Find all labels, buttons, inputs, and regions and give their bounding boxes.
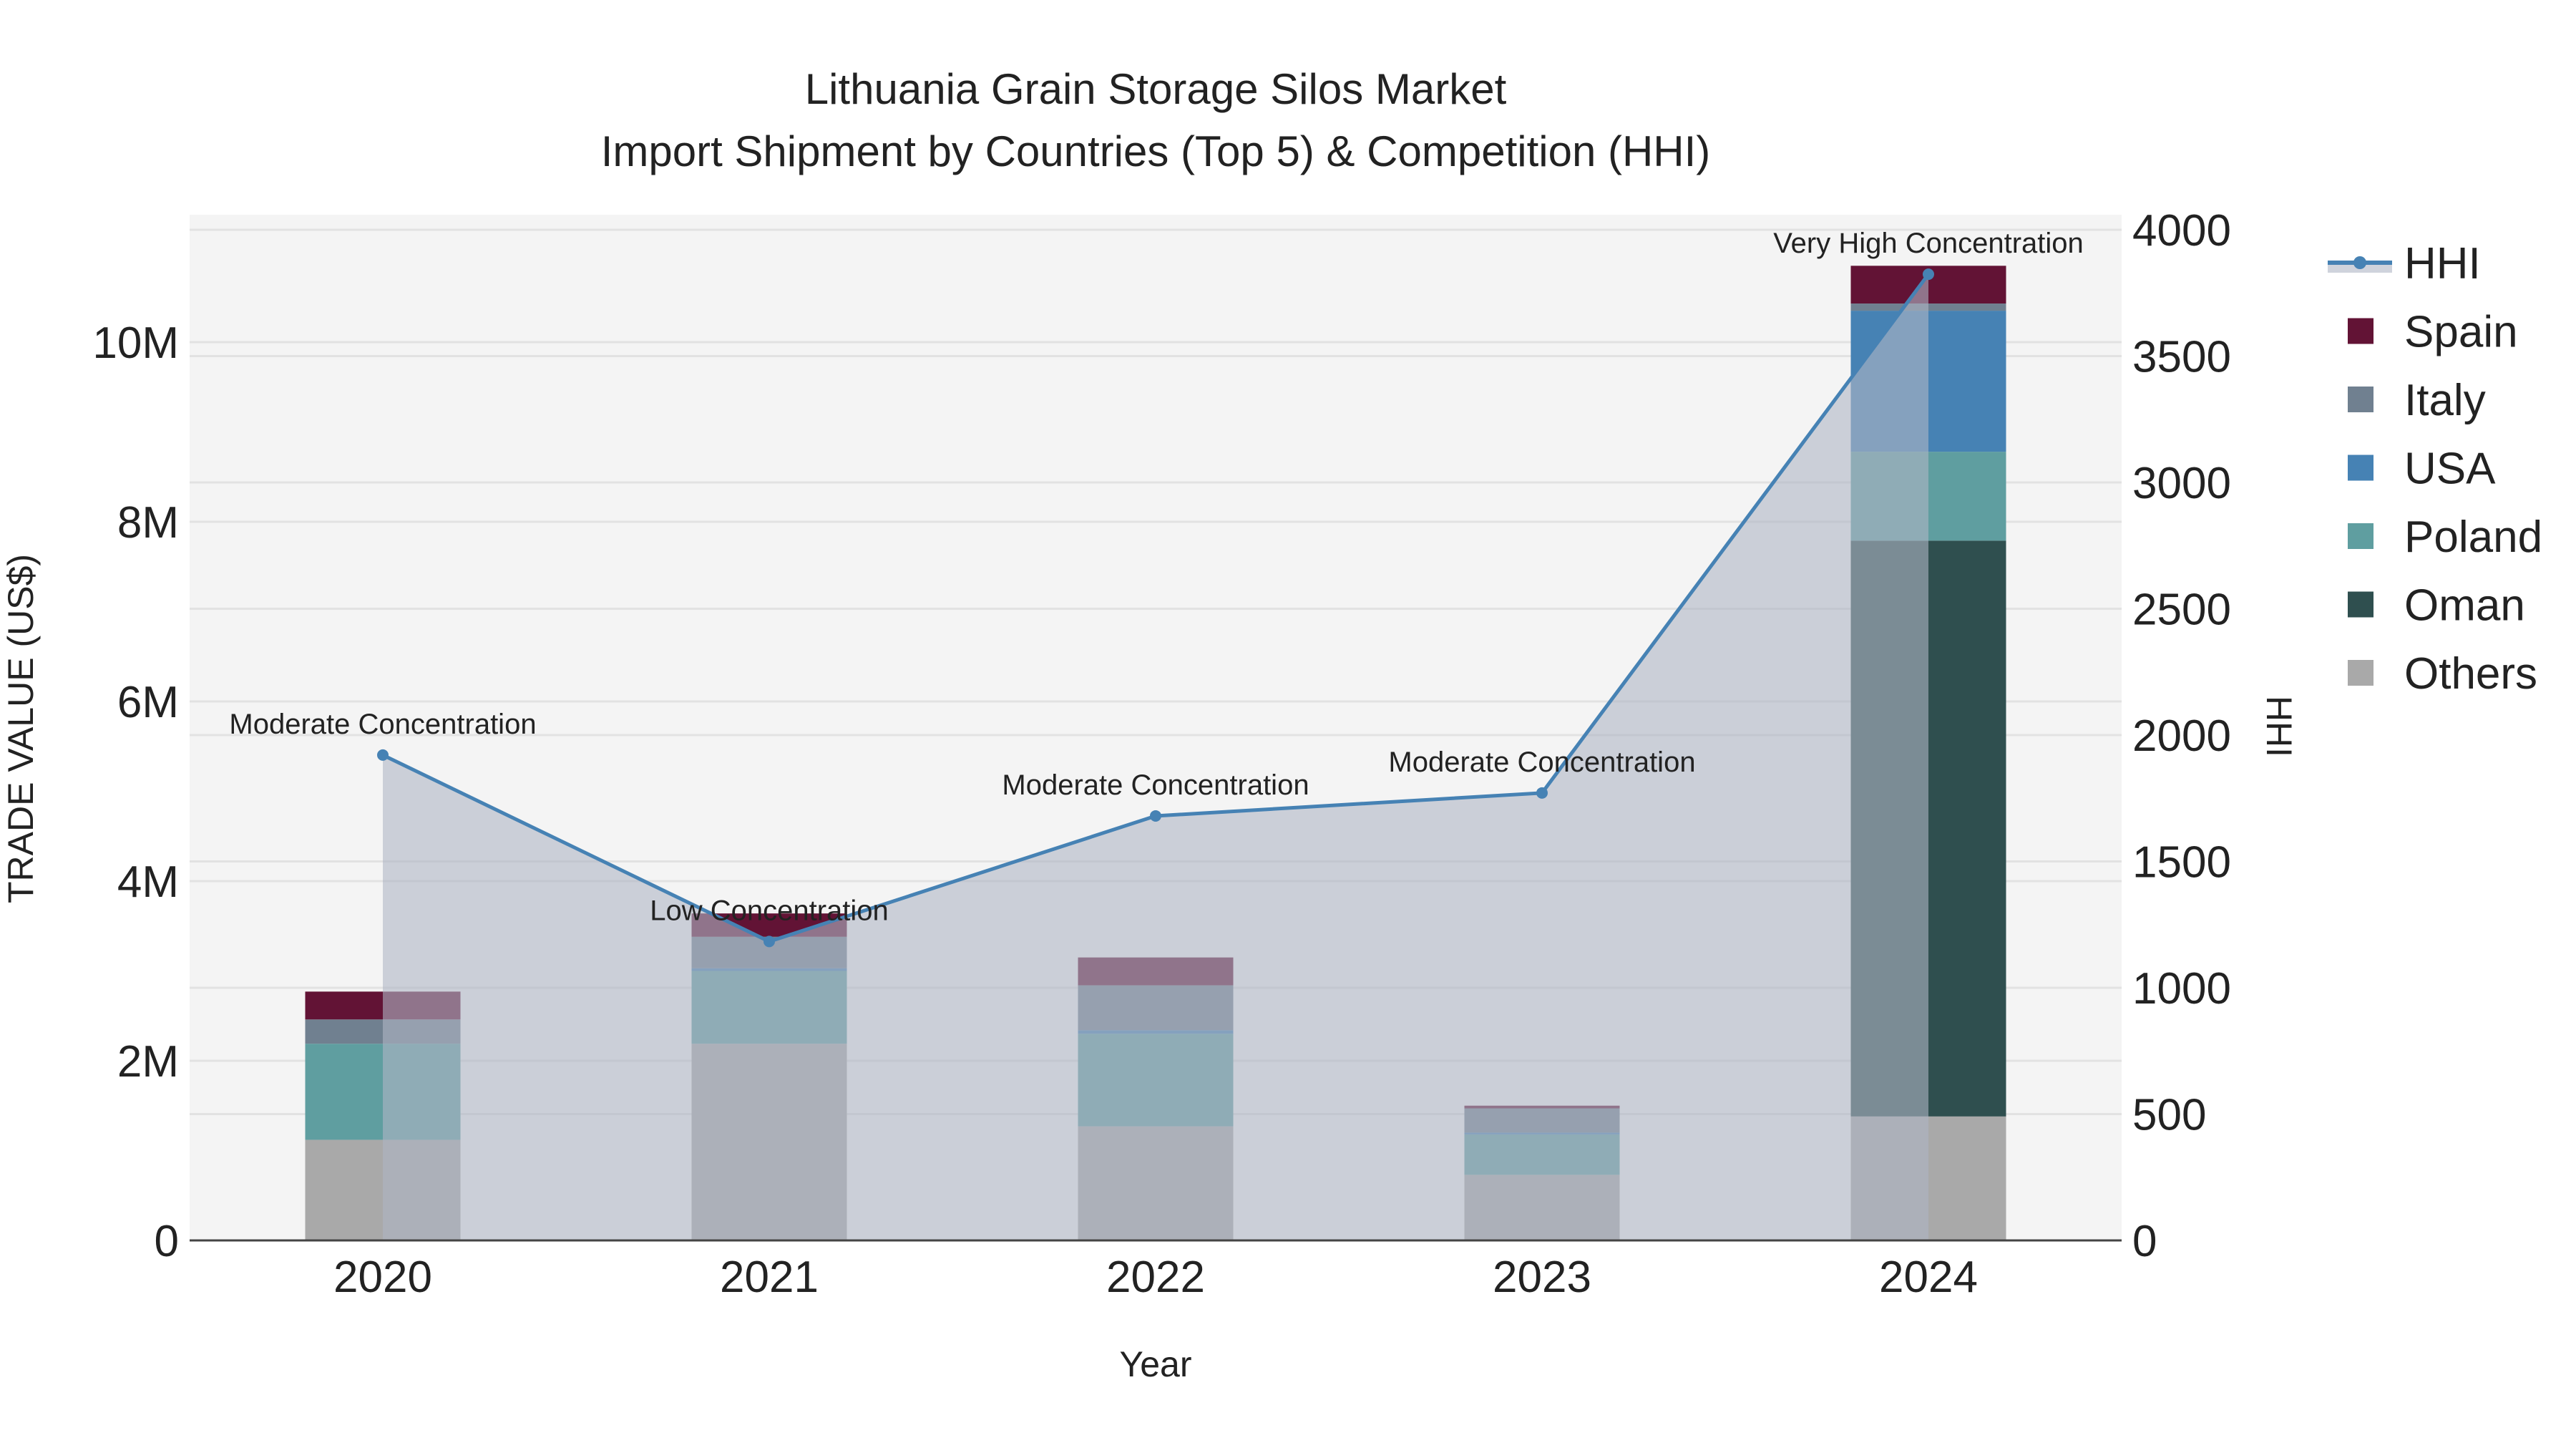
x-axis-title: Year xyxy=(1119,1344,1191,1384)
hhi-point xyxy=(1923,268,1934,281)
legend-label-oman: Oman xyxy=(2404,581,2525,631)
hhi-annotation: Moderate Concentration xyxy=(229,709,536,740)
legend-swatch-others xyxy=(2348,660,2373,686)
y2-axis-title: HHI xyxy=(2259,696,2299,757)
y2-tick-label: 2000 xyxy=(2132,711,2231,761)
legend-label-spain: Spain xyxy=(2404,308,2518,357)
legend-label-others: Others xyxy=(2404,649,2537,699)
y-axis-title: TRADE VALUE (US$) xyxy=(1,554,41,903)
y2-tick-label: 3000 xyxy=(2132,459,2231,508)
chart-title-line1: Lithuania Grain Storage Silos Market xyxy=(805,65,1507,113)
hhi-point xyxy=(377,749,389,761)
x-tick-label: 2020 xyxy=(333,1253,432,1302)
chart: Moderate Concentration Low Concentration M… xyxy=(1,65,2542,1384)
hhi-annotation: Moderate Concentration xyxy=(1002,769,1309,801)
y-tick-label: 2M xyxy=(117,1037,179,1087)
y2-tick-label: 2500 xyxy=(2132,585,2231,635)
hhi-point xyxy=(1536,787,1548,799)
y2-tick-label: 1500 xyxy=(2132,838,2231,888)
legend-swatch-italy xyxy=(2348,387,2373,412)
legend-swatch-usa xyxy=(2348,455,2373,481)
legend-label-poland: Poland xyxy=(2404,512,2542,562)
legend-label-hhi: HHI xyxy=(2404,239,2481,288)
legend-label-italy: Italy xyxy=(2404,376,2486,425)
x-tick-label: 2023 xyxy=(1493,1253,1591,1302)
hhi-annotation: Moderate Concentration xyxy=(1388,747,1695,778)
legend: HHI Spain Italy USA Poland Oman Others xyxy=(2328,239,2542,699)
legend-swatch-hhi-marker xyxy=(2353,256,2366,269)
legend-swatch-oman xyxy=(2348,591,2373,618)
y-tick-label: 0 xyxy=(155,1217,179,1266)
hhi-annotation: Very High Concentration xyxy=(1773,228,2084,259)
legend-swatch-spain xyxy=(2348,318,2373,344)
legend-swatch-poland xyxy=(2348,523,2373,549)
y2-tick-label: 1000 xyxy=(2132,964,2231,1014)
x-tick-label: 2024 xyxy=(1879,1253,1978,1302)
legend-label-usa: USA xyxy=(2404,444,2496,494)
y-tick-label: 4M xyxy=(117,857,179,907)
hhi-point xyxy=(1150,810,1161,822)
y-tick-label: 8M xyxy=(117,498,179,548)
y-tick-label: 6M xyxy=(117,678,179,727)
x-tick-label: 2022 xyxy=(1106,1253,1205,1302)
chart-title-line2: Import Shipment by Countries (Top 5) & C… xyxy=(601,127,1711,175)
y2-tick-label: 4000 xyxy=(2132,206,2231,256)
hhi-annotation: Low Concentration xyxy=(650,895,889,926)
hhi-point xyxy=(763,936,775,948)
x-tick-label: 2021 xyxy=(720,1253,819,1302)
y-tick-label: 10M xyxy=(92,319,179,368)
y2-tick-label: 500 xyxy=(2132,1091,2206,1140)
y2-tick-label: 3500 xyxy=(2132,333,2231,382)
y2-tick-label: 0 xyxy=(2132,1217,2157,1266)
